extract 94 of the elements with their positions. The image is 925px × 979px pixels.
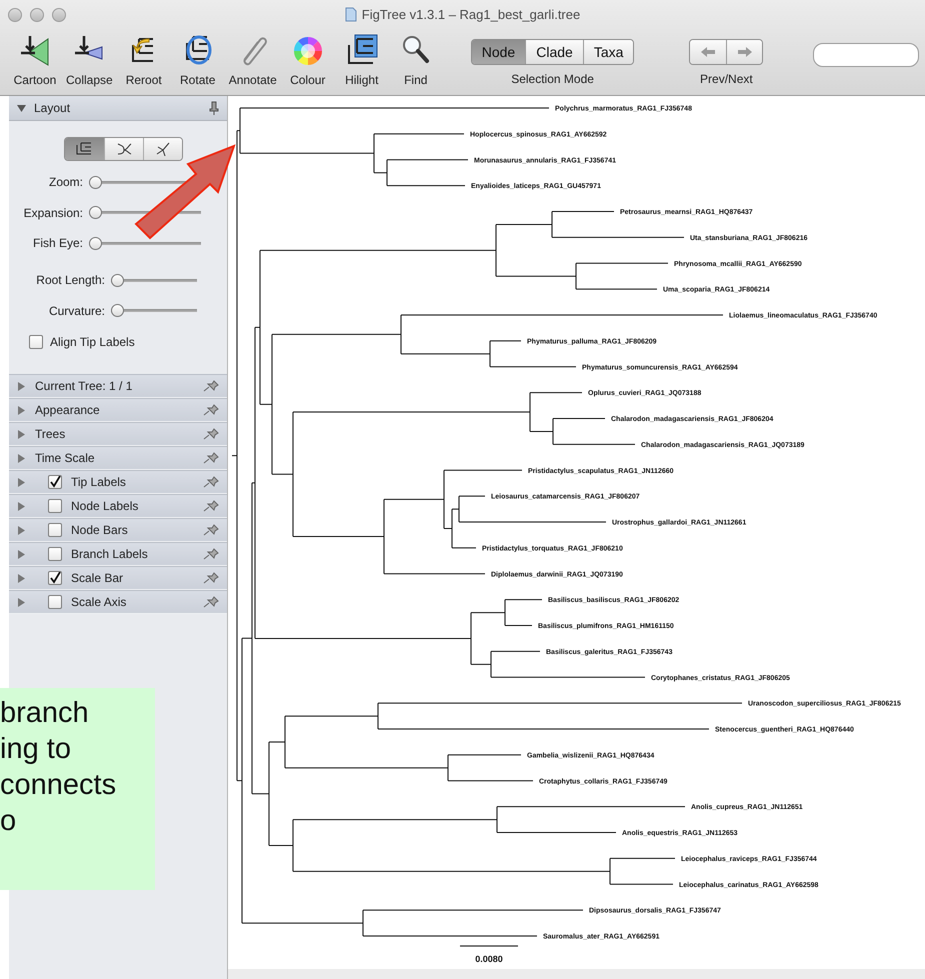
section-label: Time Scale (35, 451, 95, 465)
panel-header[interactable]: Layout (9, 96, 227, 121)
disclosure-triangle-icon[interactable] (17, 478, 26, 486)
pin-icon[interactable] (209, 101, 219, 115)
slider-thumb[interactable] (89, 236, 102, 250)
toolbar-button[interactable]: Find (388, 30, 443, 87)
toolbar-button[interactable]: Reroot (116, 30, 171, 87)
pin-icon[interactable] (203, 524, 219, 536)
segmented-control[interactable]: Node Clade Taxa (470, 39, 634, 65)
section-header[interactable]: Scale Bar (9, 566, 227, 590)
pin-icon[interactable] (203, 500, 219, 512)
section-header[interactable]: Appearance (9, 398, 227, 422)
scale-label: 0.0080 (475, 954, 503, 964)
checkbox[interactable] (48, 571, 62, 585)
rectangular-tree-icon (75, 142, 93, 156)
disclosure-triangle-icon[interactable] (17, 406, 26, 414)
disclosure-triangle-icon[interactable] (17, 104, 26, 112)
section-label: Node Labels (71, 499, 138, 513)
slider-label: Root Length: (35, 273, 105, 288)
toolbar-button[interactable]: Hilight (334, 30, 389, 87)
layout-type-button[interactable] (64, 138, 104, 160)
section-header[interactable]: Node Bars (9, 518, 227, 542)
pin-icon[interactable] (203, 428, 219, 440)
checkbox-label: Align Tip Labels (50, 335, 135, 350)
checkbox[interactable] (48, 523, 62, 537)
segment-button[interactable]: Node (472, 40, 526, 64)
section-label: Scale Bar (71, 571, 124, 585)
disclosure-triangle-icon[interactable] (17, 454, 26, 462)
pin-icon[interactable] (203, 380, 219, 392)
slider-thumb[interactable] (89, 176, 102, 189)
section-label: Node Bars (71, 523, 128, 537)
right-arrow-icon (736, 46, 753, 58)
segmented-control[interactable] (689, 39, 764, 65)
disclosure-triangle-icon[interactable] (17, 598, 26, 606)
section-header[interactable]: Trees (9, 422, 227, 446)
checkbox[interactable] (48, 595, 62, 609)
checkbox[interactable] (48, 547, 62, 561)
slider-label: Fish Eye: (32, 236, 83, 250)
minimize-button[interactable] (30, 8, 44, 22)
checkbox[interactable] (48, 475, 62, 489)
segment-button[interactable]: Taxa (582, 40, 634, 64)
section-header[interactable]: Time Scale (9, 446, 227, 470)
disclosure-triangle-icon[interactable] (17, 526, 26, 534)
previous-button[interactable] (690, 40, 726, 64)
pin-icon[interactable] (203, 548, 219, 560)
checkbox[interactable] (29, 335, 43, 350)
disclosure-triangle-icon[interactable] (17, 574, 26, 582)
slider-label: Expansion: (22, 206, 83, 220)
toolbar-button[interactable]: Colour (280, 30, 335, 87)
toolbar-button[interactable]: Rotate (170, 30, 225, 87)
section-label: Current Tree: 1 / 1 (35, 379, 132, 393)
section-header[interactable]: Branch Labels (9, 542, 227, 566)
slider-label: Zoom: (48, 175, 83, 190)
slider-thumb[interactable] (111, 274, 124, 287)
pin-icon[interactable] (203, 476, 219, 488)
slider-thumb[interactable] (111, 304, 124, 318)
segment-button[interactable]: Clade (525, 40, 583, 64)
layout-type-button[interactable] (142, 138, 182, 160)
zoom-button[interactable] (52, 8, 66, 22)
panel-title: Layout (34, 101, 72, 115)
disclosure-triangle-icon[interactable] (17, 502, 26, 510)
disclosure-triangle-icon[interactable] (17, 382, 26, 390)
pin-icon[interactable] (203, 404, 219, 416)
group-label: Selection Mode (511, 72, 594, 86)
close-button[interactable] (8, 8, 22, 22)
layout-type-button[interactable] (104, 138, 142, 160)
toolbar-button[interactable]: Cartoon (8, 30, 62, 87)
pin-icon[interactable] (203, 572, 219, 584)
document-icon (344, 7, 357, 22)
disclosure-triangle-icon[interactable] (17, 430, 26, 438)
window-title: FigTree v1.3.1 – Rag1_best_garli.tree (362, 7, 580, 22)
section-label: Scale Axis (71, 595, 126, 609)
pin-icon[interactable] (203, 452, 219, 464)
group-label: Prev/Next (700, 72, 753, 86)
section-header[interactable]: Current Tree: 1 / 1 (9, 374, 227, 398)
checkbox[interactable] (48, 499, 62, 513)
section-header[interactable]: Scale Axis (9, 590, 227, 614)
disclosure-triangle-icon[interactable] (17, 550, 26, 558)
toolbar-button[interactable]: Collapse (62, 30, 117, 87)
slider-label: Curvature: (48, 304, 105, 318)
pin-icon[interactable] (203, 596, 219, 608)
left-arrow-icon (700, 46, 716, 58)
section-label: Trees (35, 427, 66, 441)
section-header[interactable]: Node Labels (9, 494, 227, 518)
toolbar-button[interactable]: Annotate (224, 30, 281, 87)
layout-type-selector[interactable] (64, 137, 182, 161)
section-header[interactable]: Tip Labels (9, 470, 227, 494)
section-label: Tip Labels (71, 475, 126, 489)
next-button[interactable] (726, 40, 762, 64)
search-field[interactable] (813, 43, 920, 67)
callout-text: branch ing to connects o (0, 696, 116, 839)
section-label: Appearance (35, 403, 100, 417)
section-label: Branch Labels (71, 547, 148, 561)
slider-thumb[interactable] (89, 206, 102, 220)
